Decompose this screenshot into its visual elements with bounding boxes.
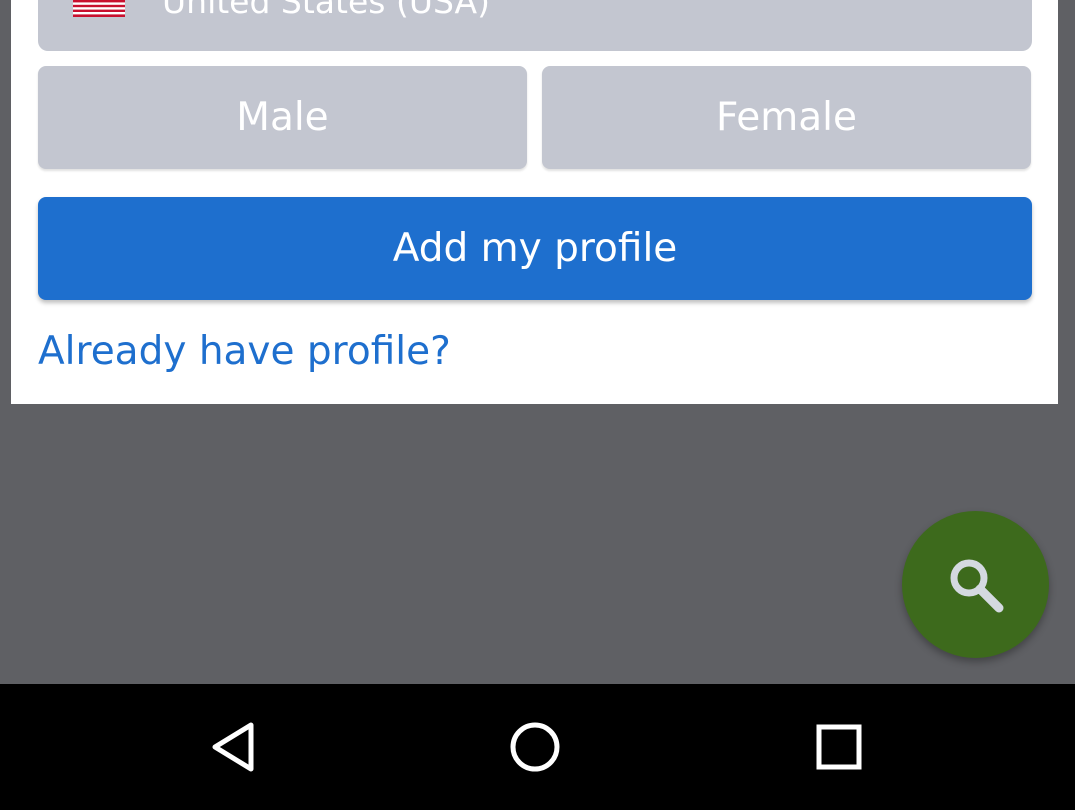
recents-button[interactable] bbox=[796, 704, 882, 790]
profile-form-card: United States (USA) Male Female Add my p… bbox=[11, 0, 1058, 404]
home-button[interactable] bbox=[492, 704, 578, 790]
system-navigation-bar bbox=[0, 684, 1075, 810]
male-button-label: Male bbox=[236, 95, 329, 140]
add-profile-button-label: Add my profile bbox=[392, 226, 678, 271]
us-flag-icon bbox=[73, 0, 125, 17]
back-icon bbox=[212, 722, 254, 772]
add-profile-button[interactable]: Add my profile bbox=[38, 197, 1032, 300]
back-button[interactable] bbox=[190, 704, 276, 790]
already-have-profile-link[interactable]: Already have profile? bbox=[38, 328, 451, 376]
home-icon bbox=[510, 722, 560, 772]
country-value: United States (USA) bbox=[162, 0, 490, 21]
search-fab[interactable] bbox=[902, 511, 1049, 658]
female-button[interactable]: Female bbox=[542, 66, 1031, 169]
screen: United States (USA) Male Female Add my p… bbox=[0, 0, 1075, 810]
search-icon bbox=[950, 559, 1003, 612]
country-select[interactable]: United States (USA) bbox=[38, 0, 1032, 51]
male-button[interactable]: Male bbox=[38, 66, 527, 169]
female-button-label: Female bbox=[715, 95, 857, 140]
recents-icon bbox=[816, 724, 862, 770]
